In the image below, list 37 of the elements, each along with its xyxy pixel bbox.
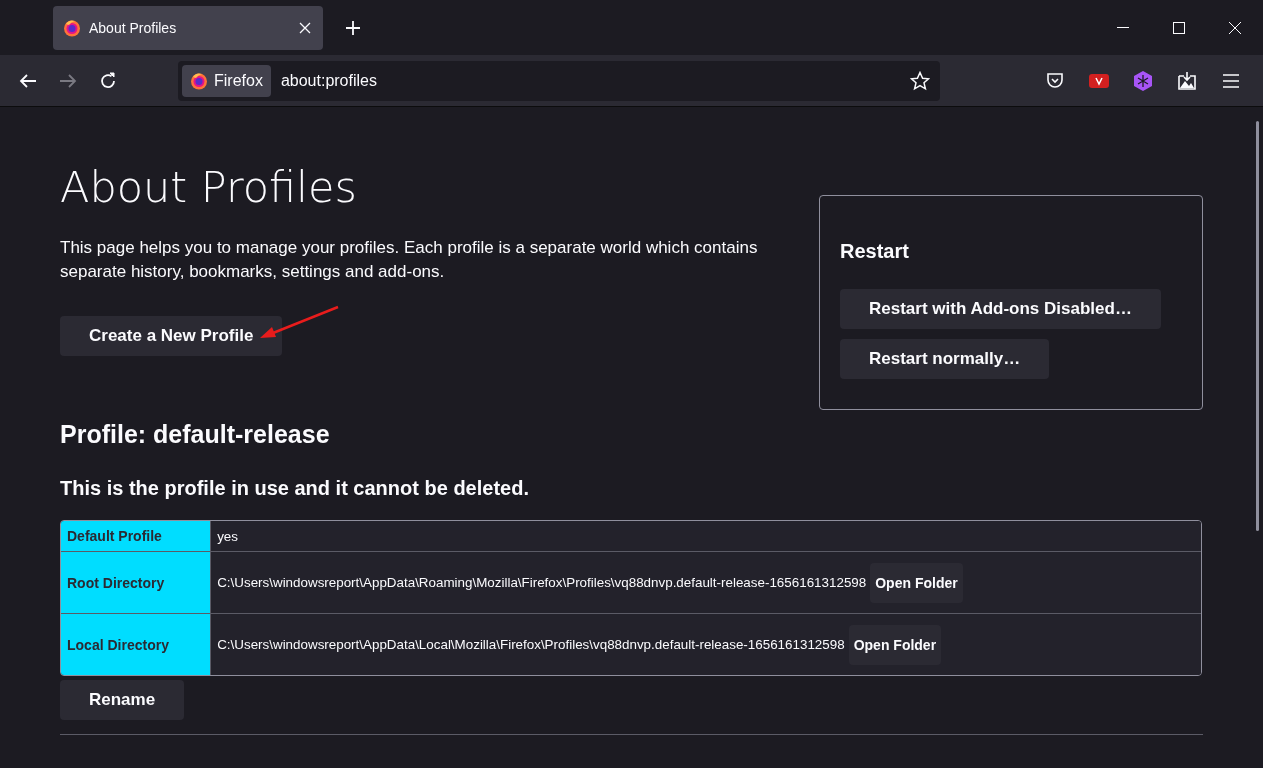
hexagon-extension-icon[interactable] <box>1133 69 1153 92</box>
star-icon[interactable] <box>910 70 930 91</box>
open-folder-button[interactable]: Open Folder <box>870 562 963 603</box>
cell-value: C:\Users\windowsreport\AppData\Local\Mozilla\Firefox\Profiles\vq88dnvp.default-release-1656161312598 <box>217 637 845 652</box>
restart-button[interactable]: Restart with Add-ons Disabled… <box>840 289 1161 329</box>
plus-icon[interactable] <box>345 19 361 36</box>
address-text: about:profiles <box>280 71 378 90</box>
back-arrow-icon[interactable] <box>19 72 37 89</box>
panel-title: Restart <box>840 240 909 263</box>
address-bar[interactable]: Firefox about:profiles <box>178 60 940 101</box>
row-header: Local Directory <box>61 614 212 675</box>
extension-icon[interactable] <box>1089 73 1109 88</box>
profile-title: Profile: default-release <box>60 420 331 449</box>
minimize-icon[interactable] <box>1117 26 1129 29</box>
browser-logo-icon <box>63 18 81 37</box>
page-title: About Profiles <box>60 162 358 212</box>
maximize-icon[interactable] <box>1173 21 1185 34</box>
browser-tab[interactable]: About Profiles <box>53 5 323 50</box>
profile-note: This is the profile in use and it cannot be deleted. <box>60 477 530 500</box>
identity-label[interactable]: Firefox <box>182 64 271 97</box>
scrollbar[interactable] <box>1256 121 1259 531</box>
open-folder-button[interactable]: Open Folder <box>848 624 942 665</box>
pocket-icon[interactable] <box>1046 71 1064 90</box>
close-icon[interactable] <box>299 21 311 34</box>
close-icon[interactable] <box>1229 21 1241 34</box>
restart-button[interactable]: Restart normally… <box>840 339 1050 379</box>
page-description: This page helps you to manage your profiles. Each profile is a separate world which contains separate history, bookmarks, settings and add-ons. <box>60 237 759 283</box>
menu-icon[interactable] <box>1223 73 1239 88</box>
reload-icon[interactable] <box>99 71 117 90</box>
row-header: Default Profile <box>61 521 212 552</box>
cell-value: yes <box>217 528 238 544</box>
rename-button[interactable]: Rename <box>60 680 185 720</box>
browser-logo-icon <box>190 71 208 90</box>
create-profile-button[interactable]: Create a New Profile <box>60 316 283 356</box>
cell-value: C:\Users\windowsreport\AppData\Roaming\Mozilla\Firefox\Profiles\vq88dnvp.default-release-1656161312598 <box>217 575 867 590</box>
image-download-icon[interactable] <box>1177 70 1197 91</box>
row-header: Root Directory <box>61 552 212 614</box>
